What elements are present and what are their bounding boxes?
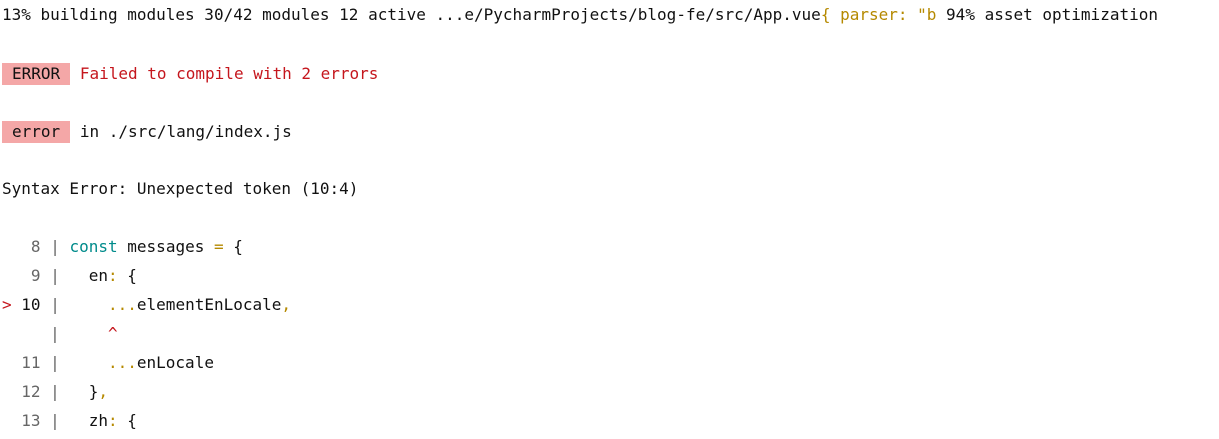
progress-percent: 13% — [2, 5, 31, 24]
colon: : — [108, 266, 118, 285]
brace: } — [88, 382, 99, 401]
gutter-separator: | — [50, 353, 60, 372]
code-line-12: 12 | }, — [2, 382, 108, 402]
error-badge: ERROR — [2, 63, 71, 85]
line-number: 10 — [21, 295, 41, 314]
identifier: elementEnLocale — [136, 295, 282, 314]
comma: , — [281, 295, 292, 314]
brace: { — [233, 237, 243, 256]
gutter-separator: | — [50, 411, 60, 430]
code-line-11: 11 | ...enLocale — [2, 353, 214, 373]
comma: , — [98, 382, 108, 401]
keyword-const: const — [69, 237, 118, 256]
gutter-separator: | — [50, 266, 60, 285]
error-line-marker: > — [2, 295, 12, 314]
identifier: enLocale — [136, 353, 214, 372]
progress-stage: building modules 30/42 modules 12 active… — [40, 5, 821, 24]
terminal-output: 13% building modules 30/42 modules 12 ac… — [0, 0, 1219, 439]
progress-fragment: { parser: "b — [820, 5, 937, 24]
gutter-separator: | — [50, 237, 60, 256]
operator: = — [213, 237, 224, 256]
gutter-separator: | — [50, 295, 60, 314]
line-number: 13 — [21, 411, 41, 430]
brace: { — [127, 266, 137, 285]
error-entry-badge: error — [2, 121, 71, 143]
object-key: zh — [88, 411, 108, 430]
spread-operator: ... — [108, 295, 137, 314]
identifier: messages — [127, 237, 205, 256]
code-line-8: 8 | const messages = { — [2, 237, 243, 257]
object-key: en — [88, 266, 108, 285]
gutter-separator: | — [50, 324, 60, 343]
brace: { — [127, 411, 137, 430]
error-caret: ^ — [107, 324, 118, 343]
syntax-error-line: Syntax Error: Unexpected token (10:4) — [2, 179, 359, 198]
code-line-13: 13 | zh: { — [2, 411, 137, 431]
error-location: in ./src/lang/index.js — [79, 122, 292, 141]
code-line-10: > 10 | ...elementEnLocale, — [2, 295, 291, 315]
line-number: 12 — [21, 382, 41, 401]
progress-percent-2: 94% — [946, 5, 975, 24]
line-number: 8 — [30, 237, 41, 256]
error-header-line: ERROR Failed to compile with 2 errors — [2, 63, 379, 85]
code-line-9: 9 | en: { — [2, 266, 137, 286]
gutter-separator: | — [50, 382, 60, 401]
line-number: 9 — [30, 266, 41, 285]
error-entry-line: error in ./src/lang/index.js — [2, 121, 292, 143]
error-message: Failed to compile with 2 errors — [79, 64, 379, 83]
progress-stage-2: asset optimization — [984, 5, 1158, 24]
line-number: 11 — [21, 353, 41, 372]
colon: : — [107, 411, 118, 430]
code-caret-line: | ^ — [2, 324, 118, 344]
build-progress-line: 13% building modules 30/42 modules 12 ac… — [2, 5, 1158, 25]
spread-operator: ... — [107, 353, 137, 372]
